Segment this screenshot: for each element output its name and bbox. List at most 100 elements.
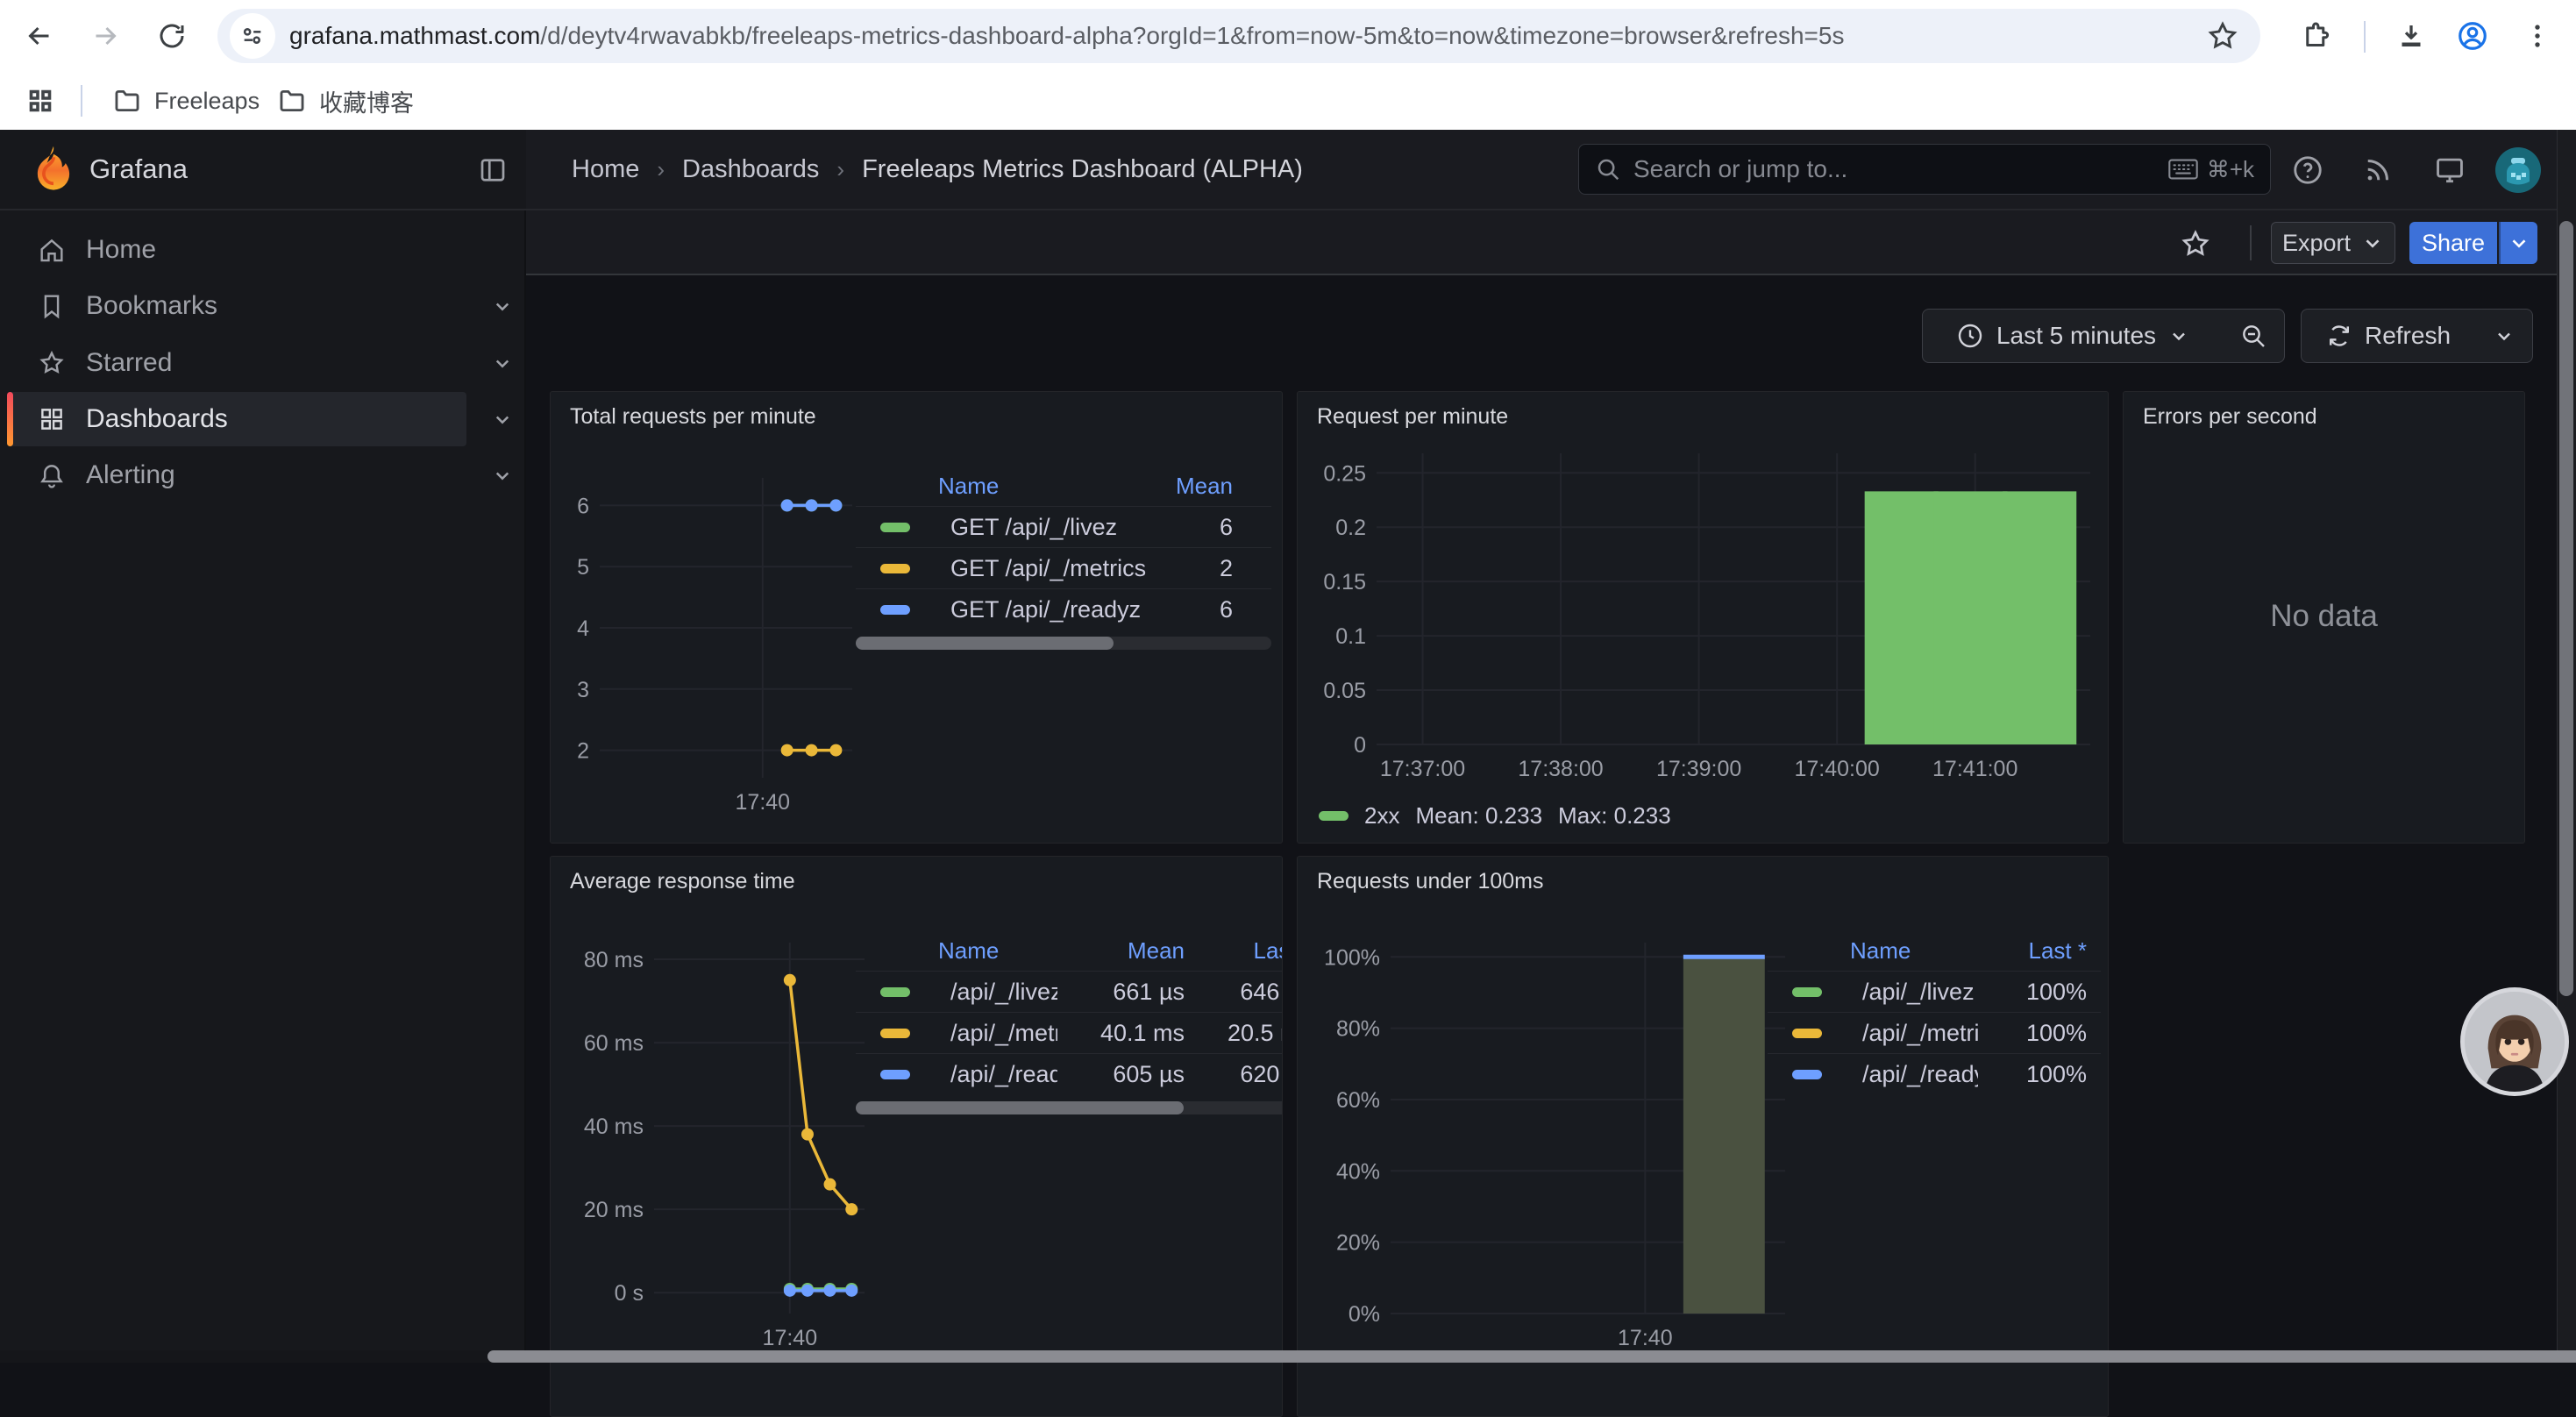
table-scrollbar[interactable] [856,637,1271,650]
assistant-avatar-widget[interactable] [2460,987,2569,1096]
navbar-brand-section: Grafana [0,130,526,209]
series-name: /api/_/livez [1862,979,1978,1006]
horizontal-scrollbar-thumb[interactable] [487,1350,2576,1363]
series-value: 40.1 ms [1057,1020,1185,1047]
svg-text:0.15: 0.15 [1323,570,1366,595]
help-icon[interactable] [2283,146,2332,195]
table-row[interactable]: /api/_/readyz605 µs620 µs [856,1053,1283,1094]
series-swatch [880,564,910,573]
share-button[interactable]: Share [2409,222,2497,264]
site-settings-icon[interactable] [230,13,275,59]
panel-title[interactable]: Request per minute [1317,404,1508,430]
browser-menu-icon[interactable] [2513,11,2562,61]
bar-chart[interactable]: 00.050.10.150.20.2517:37:0017:38:0017:39… [1306,445,2101,801]
chevron-down-icon[interactable] [489,350,516,376]
panel-title[interactable]: Total requests per minute [570,404,816,430]
search-input[interactable]: Search or jump to... ⌘+k [1578,144,2271,195]
chevron-down-icon[interactable] [489,293,516,319]
sidebar-item-label: Home [86,235,156,265]
svg-text:0.2: 0.2 [1335,516,1366,540]
vertical-scrollbar-thumb[interactable] [2559,221,2573,996]
bar-chart[interactable]: 0%20%40%60%80%100%17:40 [1306,930,1797,1364]
bookmark-folder-freeleaps[interactable]: Freeleaps [98,80,274,122]
timeseries-chart[interactable]: 2345617:40 [558,466,861,827]
refresh-button[interactable]: Refresh [2301,309,2476,363]
breadcrumb-home[interactable]: Home [572,155,639,184]
table-row[interactable]: /api/_/livez661 µs646 µs [856,971,1283,1012]
search-placeholder: Search or jump to... [1633,155,2168,183]
back-icon[interactable] [15,11,64,61]
sidebar-item-label: Alerting [86,460,175,490]
chevron-down-icon[interactable] [489,406,516,432]
apps-grid-icon[interactable] [25,85,56,117]
export-button[interactable]: Export [2271,222,2395,264]
svg-text:6: 6 [577,494,589,518]
bookmarks-divider [81,85,82,117]
sidebar-item-home[interactable]: Home [7,223,466,277]
user-avatar[interactable] [2494,146,2542,194]
table-header-row: NameLast * [1768,930,2101,971]
breadcrumb-dashboards[interactable]: Dashboards [682,155,819,184]
table-row[interactable]: /api/_/livez100% [1768,971,2101,1012]
table-row[interactable]: GET /api/_/livez6 [856,506,1271,547]
refresh-interval-button[interactable] [2475,309,2533,363]
series-value: 605 µs [1057,1061,1185,1088]
sidebar-item-dashboards[interactable]: Dashboards [7,392,466,446]
time-range-picker[interactable]: Last 5 minutes [1922,309,2224,363]
reload-icon[interactable] [147,11,196,61]
panel-title[interactable]: Requests under 100ms [1317,869,1543,894]
series-swatch [880,987,910,997]
legend-series[interactable]: 2xx [1364,802,1399,830]
downloads-icon[interactable] [2387,11,2436,61]
series-value: 100% [1978,979,2101,1006]
svg-text:20 ms: 20 ms [584,1198,644,1222]
toolbar-divider [2364,21,2366,53]
bookmarks-bar: Freeleaps 收藏博客 [0,72,2576,130]
table-row[interactable]: GET /api/_/metrics2 [856,547,1271,588]
table-row[interactable]: /api/_/readyz100% [1768,1053,2101,1094]
table-row[interactable]: /api/_/metrics100% [1768,1012,2101,1053]
legend: 2xx Mean: 0.233 Max: 0.233 [1319,802,1671,830]
col-header[interactable]: Last * [1185,937,1283,965]
col-header-name[interactable]: Name [1768,937,1978,965]
sidebar-item-starred[interactable]: Starred [7,336,466,390]
breadcrumb-separator: › [657,156,665,183]
grafana-logo-icon[interactable] [28,144,79,195]
share-menu-button[interactable] [2499,222,2537,264]
sidebar-item-alerting[interactable]: Alerting [7,448,466,502]
kiosk-monitor-icon[interactable] [2425,146,2474,195]
forward-icon[interactable] [81,11,130,61]
zoom-out-time-button[interactable] [2223,309,2285,363]
col-header-name[interactable]: Name [856,473,1166,500]
col-header[interactable]: Mean [1057,937,1185,965]
sidebar-item-bookmarks[interactable]: Bookmarks [7,279,466,333]
news-rss-icon[interactable] [2353,146,2402,195]
svg-text:3: 3 [577,678,589,702]
profile-icon[interactable] [2448,11,2497,61]
table-scrollbar-thumb[interactable] [856,637,1114,650]
bookmark-folder-blogs[interactable]: 收藏博客 [263,80,428,122]
svg-text:0.1: 0.1 [1335,624,1366,649]
table-scrollbar-thumb[interactable] [856,1101,1184,1114]
table-row[interactable]: GET /api/_/readyz6 [856,588,1271,630]
url-bar[interactable]: grafana.mathmast.com/d/deytv4rwavabkb/fr… [217,9,2260,63]
svg-text:0%: 0% [1348,1302,1380,1327]
table-scrollbar[interactable] [856,1101,1283,1114]
table-row[interactable]: /api/_/metrics40.1 ms20.5 ms [856,1012,1283,1053]
extensions-icon[interactable] [2293,11,2342,61]
dock-menu-toggle-icon[interactable] [477,154,509,186]
favorite-star-icon[interactable] [2180,228,2211,260]
timeseries-chart[interactable]: 0 s20 ms40 ms60 ms80 ms17:40 [558,930,873,1364]
col-header[interactable]: Last * [1978,937,2101,965]
series-name: GET /api/_/readyz [950,596,1166,623]
col-header-name[interactable]: Name [856,937,1057,965]
panel-title[interactable]: Errors per second [2143,404,2317,430]
grafana-navbar: Grafana Home › Dashboards › Freeleaps Me… [0,130,2576,210]
panel-title[interactable]: Average response time [570,869,795,894]
col-header[interactable]: Mean [1166,473,1271,500]
chevron-down-icon[interactable] [489,462,516,488]
panel-requests-under-100ms: Requests under 100ms 0%20%40%60%80%100%1… [1297,856,2109,1417]
series-value: 100% [1978,1020,2101,1047]
sidebar-item-label: Dashboards [86,404,228,434]
bookmark-star-icon[interactable] [2206,19,2239,53]
